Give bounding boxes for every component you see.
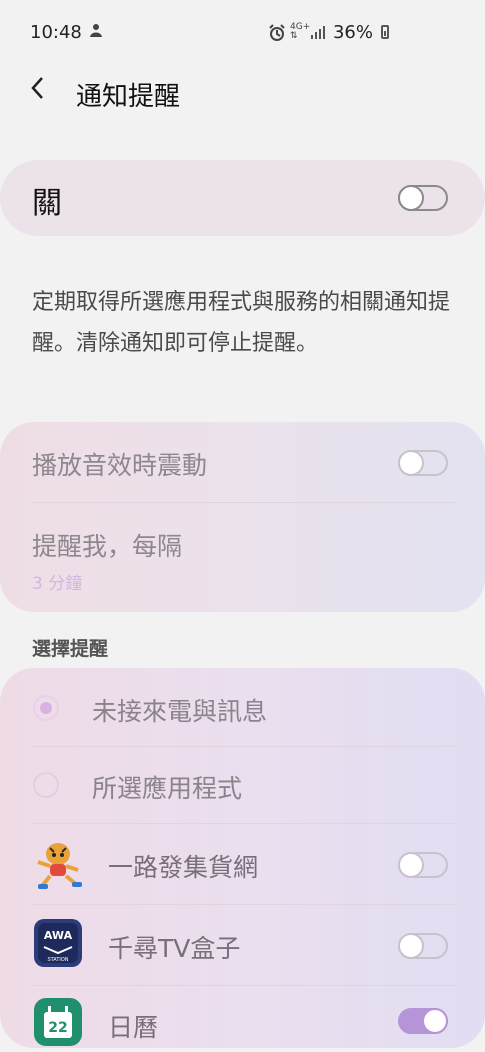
master-switch-card[interactable]: 關 [0,160,485,236]
awa-icon-text: AWA [44,929,73,942]
reminder-apps-card: 未接來電與訊息 所選應用程式 一路發集貨網 AWA STATION 千尋TV盒子… [0,668,485,1048]
battery-percentage: 36% [332,22,373,43]
alarm-icon [268,24,286,46]
description-text: 定期取得所選應用程式與服務的相關通知提醒。清除通知即可停止提醒。 [32,290,451,356]
app-toggle[interactable] [398,852,448,878]
vibrate-row[interactable]: 播放音效時震動 [0,422,485,502]
awa-icon-subtext: STATION [47,957,68,963]
vibrate-label: 播放音效時震動 [32,451,208,480]
master-toggle[interactable] [398,185,448,211]
reminder-settings-card: 播放音效時震動 提醒我，每隔 3 分鐘 [0,422,485,612]
toggle-knob [398,450,424,476]
toggle-knob [398,852,424,878]
app-row[interactable]: 一路發集貨網 [0,824,485,904]
radio-button[interactable] [33,772,59,798]
battery-icon [381,25,389,39]
toggle-knob [422,1008,448,1034]
interval-value: 3 分鐘 [32,574,83,594]
option-label: 未接來電與訊息 [92,697,268,726]
app-toggle[interactable] [398,933,448,959]
network-label: 4G+ [290,22,311,32]
app-toggle[interactable] [398,1008,448,1034]
interval-row[interactable]: 提醒我，每隔 3 分鐘 [0,503,485,612]
app-row[interactable]: 22 日曆 [0,986,485,1048]
status-bar: 10:48 4G+ ⇅ 36% [0,0,485,64]
back-arrow-icon[interactable] [28,74,48,107]
awa-station-icon: AWA STATION [32,917,84,969]
app-row[interactable]: AWA STATION 千尋TV盒子 [0,905,485,985]
toggle-knob [398,933,424,959]
page-title: 通知提醒 [76,82,181,112]
assistant-icon [88,22,104,42]
app-name: 千尋TV盒子 [108,934,241,963]
app-name: 日曆 [108,1013,159,1042]
app-name: 一路發集貨網 [108,853,259,882]
radio-button[interactable] [33,695,59,721]
status-time: 10:48 [30,22,82,43]
section-title: 選擇提醒 [32,638,109,660]
vibrate-toggle[interactable] [398,450,448,476]
network-icon: 4G+ ⇅ [290,22,311,41]
header: 通知提醒 [0,64,485,122]
option-missed-calls[interactable]: 未接來電與訊息 [0,668,485,746]
option-label: 所選應用程式 [92,774,243,803]
master-switch-label: 關 [32,186,62,221]
signal-icon [310,24,326,44]
option-selected-apps[interactable]: 所選應用程式 [0,747,485,823]
interval-label: 提醒我，每隔 [32,532,183,561]
toggle-knob [398,185,424,211]
calendar-icon: 22 [32,996,84,1048]
calendar-icon-text: 22 [48,1020,67,1036]
tiger-mascot-icon [32,838,84,890]
